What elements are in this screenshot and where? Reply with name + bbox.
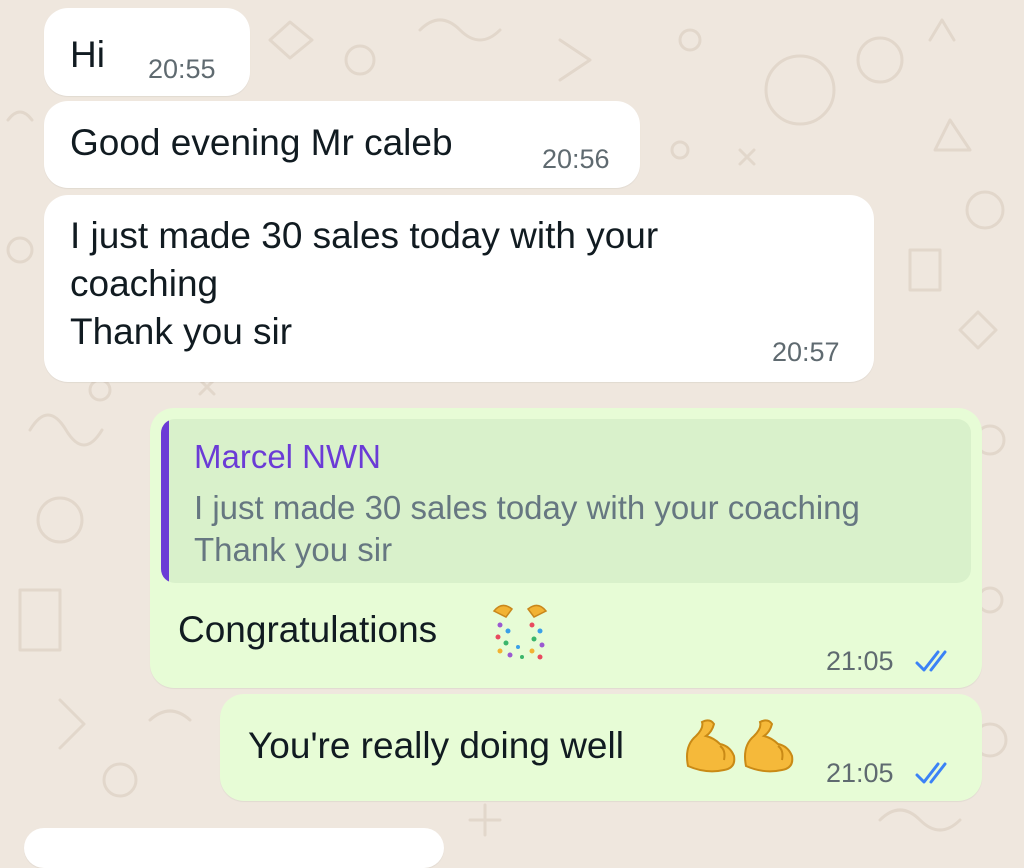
message-text: Hi [70, 34, 105, 75]
message-text-line: Thank you sir [70, 311, 293, 352]
party-popper-emoji-icon [492, 604, 548, 660]
message-timestamp: 21:05 [826, 758, 894, 788]
incoming-message-bubble-partial[interactable] [24, 828, 444, 868]
read-receipt-ticks-icon [915, 762, 947, 784]
incoming-message-bubble[interactable]: I just made 30 sales today with your coa… [44, 195, 874, 382]
message-text-line: coaching [70, 263, 219, 304]
quoted-text-line: I just made 30 sales today with your coa… [194, 489, 860, 526]
message-text: Good evening Mr caleb [70, 122, 453, 163]
outgoing-message-bubble[interactable]: Marcel NWN I just made 30 sales today wi… [150, 408, 982, 688]
quoted-text-line: Thank you sir [194, 531, 393, 568]
message-timestamp: 20:57 [772, 337, 840, 367]
message-text: Congratulations [178, 609, 438, 650]
incoming-message-bubble[interactable]: Hi 20:55 [44, 8, 250, 96]
incoming-message-bubble[interactable]: Good evening Mr caleb 20:56 [44, 101, 640, 188]
message-text-line: I just made 30 sales today with your [70, 215, 659, 256]
flexed-biceps-emoji-icon [744, 719, 794, 773]
quote-accent-bar [161, 419, 169, 583]
read-receipt-ticks-icon [915, 650, 947, 672]
message-text: You're really doing well [248, 725, 624, 766]
outgoing-message-bubble[interactable]: You're really doing well 21:05 [220, 694, 982, 801]
quoted-author: Marcel NWN [194, 438, 381, 475]
message-timestamp: 20:56 [542, 144, 610, 174]
flexed-biceps-emoji-icon [686, 719, 736, 773]
message-timestamp: 20:55 [148, 54, 216, 84]
message-timestamp: 21:05 [826, 646, 894, 676]
quoted-message[interactable]: Marcel NWN I just made 30 sales today wi… [161, 419, 971, 583]
